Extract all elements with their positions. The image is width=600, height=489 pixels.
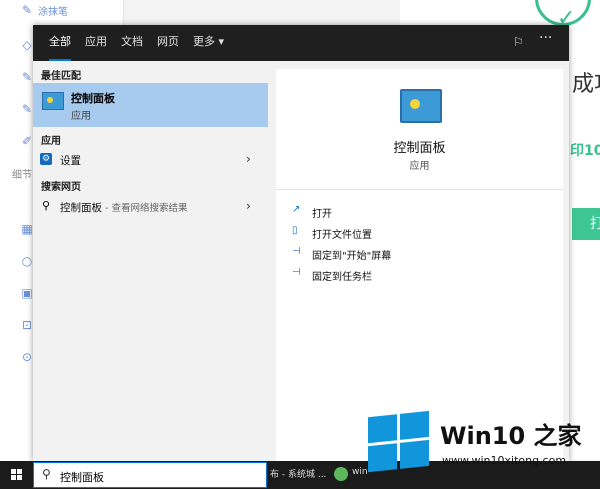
windows-logo-icon (17, 475, 22, 480)
watermark: Win10 之家 www.win10xitong.com (368, 410, 600, 476)
windows-logo-icon (368, 410, 430, 476)
brush-icon[interactable]: ✎ (20, 3, 34, 17)
open-icon: ↗ (292, 204, 301, 215)
web-search-query: 控制面板 (60, 202, 102, 214)
windows-logo-icon (11, 475, 16, 480)
windows-logo-icon (11, 469, 16, 474)
tab-documents[interactable]: 文档 (121, 25, 143, 61)
taskbar-window-item[interactable]: win (352, 467, 368, 477)
start-button[interactable] (0, 461, 33, 489)
best-match-item[interactable]: 控制面板 应用 (33, 83, 268, 127)
action-label: 固定到"开始"屏幕 (312, 251, 392, 262)
chevron-right-icon[interactable]: › (246, 199, 251, 213)
tool-icon[interactable]: ◇ (20, 38, 34, 52)
grid-icon[interactable]: ▦ (20, 222, 34, 236)
search-icon: ⚲ (41, 199, 51, 212)
best-match-title: 控制面板 (71, 92, 115, 105)
taskbar-window-item[interactable]: 布 - 系统城 ... (270, 467, 326, 480)
success-title: 成功 (572, 72, 600, 97)
tab-apps[interactable]: 应用 (85, 25, 107, 61)
control-panel-icon (400, 89, 442, 123)
print-button[interactable]: 打 (572, 208, 600, 240)
pin-icon: ⊣ (292, 246, 301, 257)
focus-icon[interactable]: ⊙ (20, 350, 34, 364)
pen-icon[interactable]: ✎ (20, 70, 34, 84)
control-panel-icon (42, 92, 64, 110)
tab-all[interactable]: 全部 (49, 25, 71, 61)
web-search-suffix: - 查看网络搜索结果 (102, 203, 188, 214)
print-count-text: 印10张 (570, 143, 600, 159)
action-label: 固定到任务栏 (312, 272, 372, 283)
browser-icon[interactable] (334, 467, 348, 481)
chevron-right-icon[interactable]: › (246, 152, 251, 166)
results-list: 最佳匹配 控制面板 应用 应用 ⚙ 设置 › 搜索网页 ⚲ 控制面板 - 查看网… (33, 61, 268, 461)
pin-icon: ⊣ (292, 267, 301, 278)
divider (276, 189, 563, 190)
app-item-settings[interactable]: ⚙ 设置 › (33, 149, 268, 171)
web-search-header: 搜索网页 (41, 182, 81, 193)
apps-header: 应用 (41, 136, 61, 147)
search-filter-tabs: 全部 应用 文档 网页 更多 ▾ ⚐ ··· (33, 25, 569, 61)
more-options-icon[interactable]: ··· (539, 30, 552, 46)
frame-icon[interactable]: ▣ (20, 286, 34, 300)
web-search-label: 控制面板 - 查看网络搜索结果 (60, 200, 187, 215)
settings-gear-icon: ⚙ (40, 153, 52, 165)
search-input[interactable]: ⚲ 控制面板 (33, 462, 267, 488)
best-match-header: 最佳匹配 (41, 71, 81, 82)
tab-more[interactable]: 更多 ▾ (193, 25, 224, 61)
tab-web[interactable]: 网页 (157, 25, 179, 61)
feedback-icon[interactable]: ⚐ (513, 35, 527, 49)
windows-logo-icon (17, 469, 22, 474)
preview-title: 控制面板 (393, 141, 446, 156)
preview-subtitle: 应用 (409, 161, 430, 172)
start-search-menu: 全部 应用 文档 网页 更多 ▾ ⚐ ··· 最佳匹配 控制面板 应用 应用 ⚙… (33, 25, 569, 461)
pencil-icon[interactable]: ✐ (20, 134, 34, 148)
app-item-label: 设置 (60, 155, 81, 167)
file-icon: ▯ (292, 225, 298, 236)
action-label: 打开 (312, 209, 332, 220)
preview-pane: 控制面板 应用 ↗ 打开 ▯ 打开文件位置 ⊣ 固定到"开始"屏幕 ⊣ 固定到任… (276, 69, 563, 461)
watermark-title: Win10 之家 (440, 422, 582, 450)
brush-tool-label: 涂抹笔 (38, 7, 68, 18)
action-label: 打开文件位置 (312, 230, 372, 241)
search-icon: ⚲ (42, 467, 51, 481)
web-search-item[interactable]: ⚲ 控制面板 - 查看网络搜索结果 › (33, 196, 268, 218)
crop-icon[interactable]: ⊡ (20, 318, 34, 332)
pen-icon[interactable]: ✎ (20, 102, 34, 116)
watermark-url: www.win10xitong.com (442, 454, 567, 467)
search-input-value: 控制面板 (60, 471, 104, 484)
best-match-subtitle: 应用 (71, 111, 91, 122)
circle-icon[interactable]: ○ (20, 254, 34, 268)
detail-section-label: 细节 (12, 170, 32, 181)
